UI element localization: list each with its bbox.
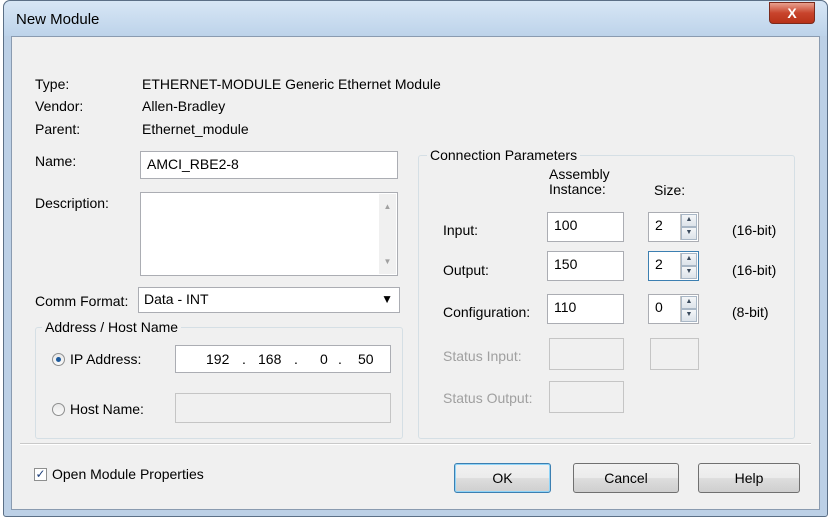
- ok-button[interactable]: OK: [454, 463, 551, 493]
- host-name-field[interactable]: [175, 393, 391, 423]
- spin-down-icon[interactable]: ▼: [681, 266, 697, 279]
- description-label: Description:: [35, 195, 109, 211]
- output-size-value: 2: [655, 256, 663, 272]
- ip-octet-2: 168: [258, 351, 282, 367]
- spin-up-icon[interactable]: ▲: [681, 296, 697, 309]
- comm-format-select[interactable]: Data - INT ▼: [138, 287, 400, 313]
- output-size-field[interactable]: 2 ▲ ▼: [648, 251, 699, 281]
- address-group-title: Address / Host Name: [42, 319, 182, 335]
- connection-parameters-title: Connection Parameters: [427, 147, 581, 163]
- open-module-properties-checkbox[interactable]: ✓: [34, 468, 47, 481]
- footer-separator: [20, 443, 811, 445]
- input-size-unit: (16-bit): [732, 222, 777, 238]
- open-module-properties-label[interactable]: Open Module Properties: [52, 466, 204, 482]
- name-field[interactable]: AMCI_RBE2-8: [140, 151, 398, 179]
- output-instance-field[interactable]: 150: [547, 251, 624, 281]
- ip-address-radio[interactable]: [52, 353, 65, 366]
- configuration-size-field[interactable]: 0 ▲ ▼: [648, 294, 699, 324]
- host-name-radio[interactable]: [52, 403, 65, 416]
- size-header: Size:: [654, 182, 686, 198]
- scroll-down-icon[interactable]: ▼: [379, 257, 396, 266]
- status-input-size-field[interactable]: [650, 338, 699, 370]
- assembly-header-line2: Instance:: [549, 181, 606, 197]
- status-output-label: Status Output:: [443, 390, 533, 406]
- assembly-header: Assembly Instance:: [549, 167, 610, 197]
- dialog-client-area: Type: ETHERNET-MODULE Generic Ethernet M…: [11, 36, 820, 510]
- configuration-row-label: Configuration:: [443, 304, 531, 320]
- output-row-label: Output:: [443, 262, 489, 278]
- close-icon: X: [787, 5, 797, 21]
- description-field[interactable]: ▲ ▼: [140, 192, 398, 276]
- host-name-label: Host Name:: [70, 401, 144, 417]
- check-icon: ✓: [35, 467, 46, 481]
- configuration-instance-field[interactable]: 110: [547, 294, 624, 324]
- ip-dot: .: [338, 351, 342, 367]
- vendor-label: Vendor:: [35, 98, 84, 114]
- ip-octet-3: 0: [320, 351, 328, 367]
- ip-octet-4: 50: [358, 351, 374, 367]
- ip-octet-1: 192: [206, 351, 230, 367]
- status-input-field[interactable]: [549, 338, 624, 370]
- comm-format-value: Data - INT: [144, 291, 209, 307]
- assembly-header-line1: Assembly: [549, 166, 610, 182]
- vendor-value: Allen-Bradley: [142, 98, 226, 114]
- input-size-field[interactable]: 2 ▲ ▼: [648, 212, 699, 242]
- ip-dot: .: [242, 351, 246, 367]
- chevron-down-icon: ▼: [381, 292, 393, 306]
- radio-selected-dot: [56, 357, 61, 362]
- parent-label: Parent:: [35, 121, 81, 137]
- help-button[interactable]: Help: [698, 463, 800, 493]
- spin-down-icon[interactable]: ▼: [681, 309, 697, 322]
- status-output-field[interactable]: [549, 381, 624, 413]
- input-size-spinner[interactable]: ▲ ▼: [680, 214, 697, 240]
- configuration-size-value: 0: [655, 299, 663, 315]
- name-label: Name:: [35, 153, 77, 169]
- ip-dot: .: [294, 351, 298, 367]
- comm-format-label: Comm Format:: [35, 293, 129, 309]
- input-instance-field[interactable]: 100: [547, 212, 624, 242]
- input-row-label: Input:: [443, 222, 479, 238]
- input-size-value: 2: [655, 217, 663, 233]
- title-bar[interactable]: New Module X: [4, 1, 827, 36]
- close-button[interactable]: X: [769, 2, 815, 24]
- scroll-up-icon[interactable]: ▲: [379, 202, 396, 211]
- parent-value: Ethernet_module: [142, 121, 249, 137]
- status-input-label: Status Input:: [443, 348, 522, 364]
- ip-address-field[interactable]: 192 . 168 . 0 . 50: [175, 345, 391, 373]
- configuration-size-spinner[interactable]: ▲ ▼: [680, 296, 697, 322]
- cancel-button[interactable]: Cancel: [573, 463, 679, 493]
- spin-down-icon[interactable]: ▼: [681, 227, 697, 240]
- window-title: New Module: [16, 11, 100, 28]
- type-label: Type:: [35, 76, 70, 92]
- configuration-size-unit: (8-bit): [732, 304, 769, 320]
- output-size-unit: (16-bit): [732, 262, 777, 278]
- type-value: ETHERNET-MODULE Generic Ethernet Module: [142, 76, 441, 92]
- ip-address-label: IP Address:: [70, 351, 142, 367]
- new-module-dialog: New Module X Type: ETHERNET-MODULE Gener…: [3, 0, 828, 517]
- description-scrollbar[interactable]: ▲ ▼: [379, 194, 396, 274]
- spin-up-icon[interactable]: ▲: [681, 253, 697, 266]
- output-size-spinner[interactable]: ▲ ▼: [680, 253, 697, 279]
- spin-up-icon[interactable]: ▲: [681, 214, 697, 227]
